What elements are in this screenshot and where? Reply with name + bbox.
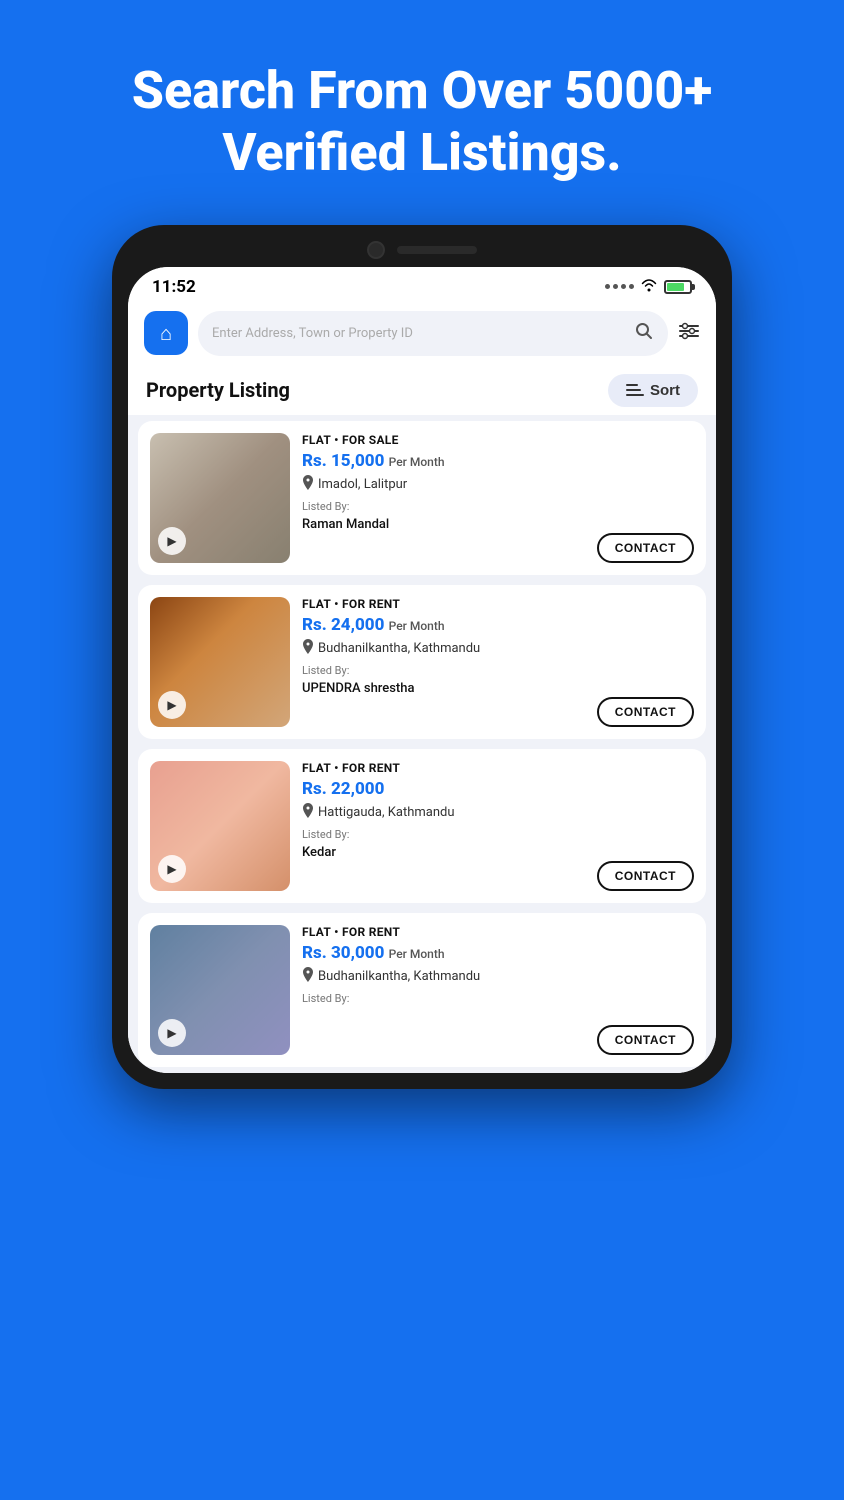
listing-price: Rs. 24,000 Per Month: [302, 615, 694, 635]
listing-image: ▶: [150, 761, 290, 891]
phone-camera-bar: [128, 241, 716, 259]
signal-dots-icon: [605, 284, 634, 289]
contact-button[interactable]: CONTACT: [597, 533, 694, 563]
listing-card: ▶ FLAT • FOR RENT Rs. 24,000 Per Month B…: [138, 585, 706, 739]
listing-type: FLAT • FOR SALE: [302, 433, 694, 447]
wifi-icon: [640, 278, 658, 296]
price-period: Per Month: [389, 619, 445, 633]
phone-camera: [367, 241, 385, 259]
price-period: Per Month: [389, 947, 445, 961]
filter-icon[interactable]: [678, 321, 700, 346]
search-input-wrapper[interactable]: Enter Address, Town or Property ID: [198, 311, 668, 356]
hero-title: Search From Over 5000+ Verified Listings…: [0, 60, 844, 185]
status-time: 11:52: [152, 277, 196, 297]
listed-by-name: Raman Mandal: [302, 517, 694, 532]
listing-image: ▶: [150, 433, 290, 563]
status-icons: [605, 278, 692, 296]
listed-by-label: Listed By:: [302, 828, 694, 841]
listing-header: Property Listing Sort: [128, 364, 716, 415]
location-pin-icon: [302, 803, 314, 822]
listing-type: FLAT • FOR RENT: [302, 925, 694, 939]
search-bar: ⌂ Enter Address, Town or Property ID: [128, 303, 716, 364]
contact-button[interactable]: CONTACT: [597, 861, 694, 891]
play-button-icon[interactable]: ▶: [158, 691, 186, 719]
location-pin-icon: [302, 967, 314, 986]
sort-label: Sort: [650, 382, 680, 399]
sort-button[interactable]: Sort: [608, 374, 698, 407]
phone-speaker: [397, 246, 477, 254]
battery-icon: [664, 280, 692, 294]
listing-price: Rs. 22,000: [302, 779, 694, 799]
play-button-icon[interactable]: ▶: [158, 527, 186, 555]
contact-button[interactable]: CONTACT: [597, 697, 694, 727]
listing-type: FLAT • FOR RENT: [302, 761, 694, 775]
listing-image: ▶: [150, 597, 290, 727]
listing-card: ▶ FLAT • FOR RENT Rs. 22,000 Hattigauda,…: [138, 749, 706, 903]
listing-location: Imadol, Lalitpur: [302, 475, 694, 494]
listed-by-name: UPENDRA shrestha: [302, 681, 694, 696]
search-icon[interactable]: [634, 321, 654, 346]
listing-location: Budhanilkantha, Kathmandu: [302, 967, 694, 986]
listings-container: ▶ FLAT • FOR SALE Rs. 15,000 Per Month I…: [128, 415, 716, 1073]
price-period: Per Month: [389, 455, 445, 469]
location-pin-icon: [302, 475, 314, 494]
listing-image: ▶: [150, 925, 290, 1055]
listing-type: FLAT • FOR RENT: [302, 597, 694, 611]
phone-screen: 11:52: [128, 267, 716, 1073]
listing-section-title: Property Listing: [146, 378, 290, 402]
listing-card: ▶ FLAT • FOR RENT Rs. 30,000 Per Month B…: [138, 913, 706, 1067]
listing-location: Hattigauda, Kathmandu: [302, 803, 694, 822]
listed-by-label: Listed By:: [302, 500, 694, 513]
search-placeholder-text: Enter Address, Town or Property ID: [212, 326, 626, 341]
contact-button[interactable]: CONTACT: [597, 1025, 694, 1055]
status-bar: 11:52: [128, 267, 716, 303]
listing-price: Rs. 30,000 Per Month: [302, 943, 694, 963]
play-button-icon[interactable]: ▶: [158, 1019, 186, 1047]
phone-shell: 11:52: [112, 225, 732, 1089]
listing-location: Budhanilkantha, Kathmandu: [302, 639, 694, 658]
location-pin-icon: [302, 639, 314, 658]
app-logo-icon: ⌂: [160, 321, 172, 346]
play-button-icon[interactable]: ▶: [158, 855, 186, 883]
listing-card: ▶ FLAT • FOR SALE Rs. 15,000 Per Month I…: [138, 421, 706, 575]
app-logo[interactable]: ⌂: [144, 311, 188, 355]
listed-by-label: Listed By:: [302, 664, 694, 677]
listing-price: Rs. 15,000 Per Month: [302, 451, 694, 471]
listed-by-name: Kedar: [302, 845, 694, 860]
listed-by-label: Listed By:: [302, 992, 694, 1005]
